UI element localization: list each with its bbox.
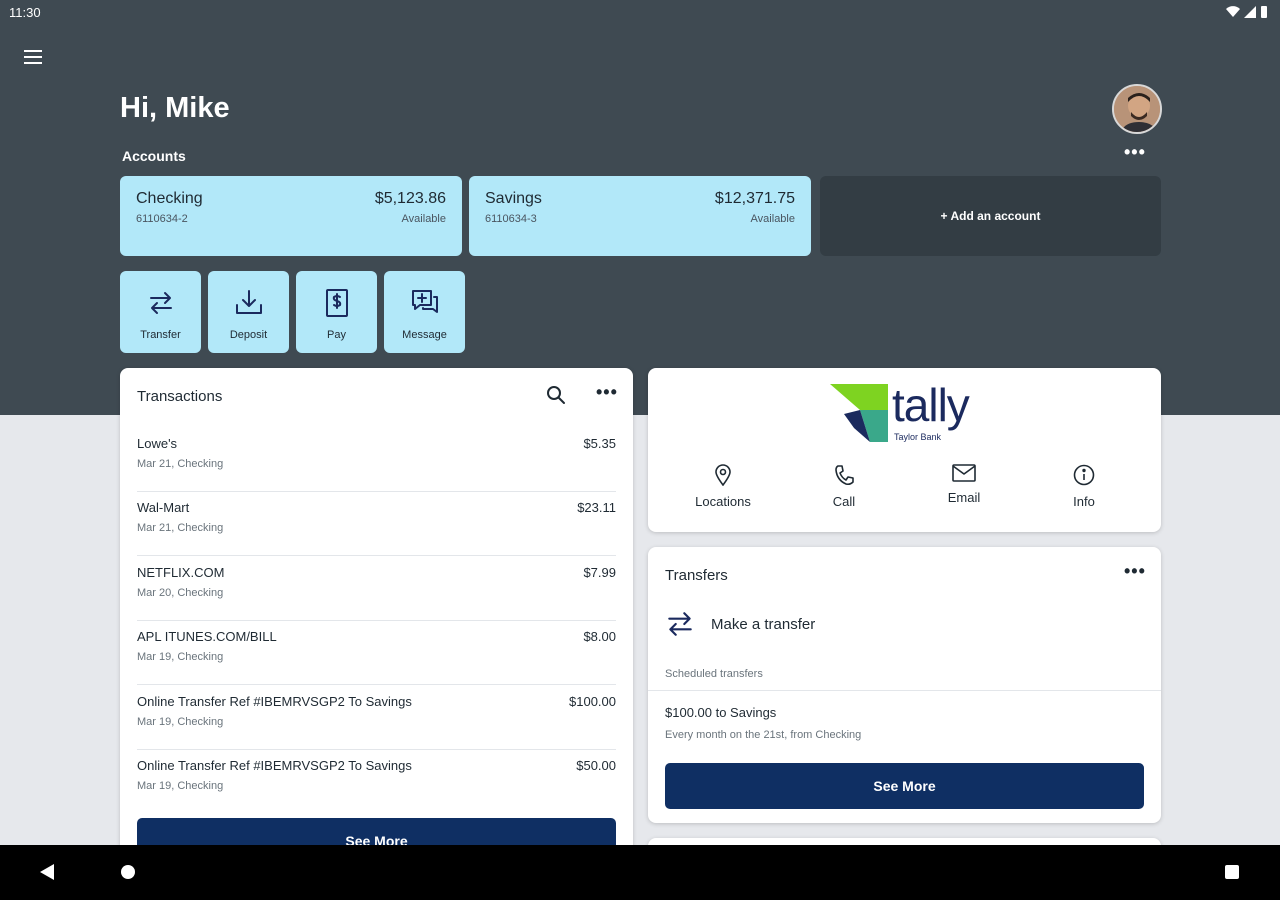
- deposit-button[interactable]: Deposit: [208, 271, 289, 353]
- transaction-row[interactable]: Lowe's $5.35 Mar 21, Checking: [137, 428, 616, 492]
- email-icon: [952, 464, 976, 482]
- transfers-title: Transfers: [665, 567, 728, 584]
- transaction-amount: $100.00: [569, 694, 616, 709]
- transaction-sub: Mar 19, Checking: [137, 651, 224, 663]
- accounts-more-icon[interactable]: •••: [1124, 142, 1146, 163]
- location-pin-icon: [715, 464, 731, 486]
- account-card-savings[interactable]: Savings $12,371.75 6110634-3 Available: [469, 176, 811, 256]
- account-number: 6110634-2: [136, 213, 188, 225]
- recents-icon[interactable]: [1225, 865, 1239, 879]
- call-link[interactable]: Call: [784, 464, 904, 509]
- phone-icon: [835, 465, 854, 486]
- status-bar: 11:30: [0, 0, 1280, 26]
- transaction-amount: $5.35: [583, 436, 616, 451]
- info-icon: [1073, 464, 1095, 486]
- transaction-sub: Mar 21, Checking: [137, 458, 224, 470]
- transfer-icon: [668, 612, 692, 636]
- transaction-amount: $50.00: [576, 758, 616, 773]
- email-link[interactable]: Email: [904, 464, 1024, 505]
- transactions-more-icon[interactable]: •••: [596, 382, 618, 403]
- transaction-name: Lowe's: [137, 436, 178, 451]
- transfers-see-more-button[interactable]: See More: [665, 763, 1144, 809]
- transaction-sub: Mar 21, Checking: [137, 522, 224, 534]
- add-account-button[interactable]: + Add an account: [820, 176, 1161, 256]
- transaction-row[interactable]: Online Transfer Ref #IBEMRVSGP2 To Savin…: [137, 750, 616, 814]
- transactions-card: Transactions ••• Lowe's $5.35 Mar 21, Ch…: [120, 368, 633, 868]
- transaction-amount: $7.99: [583, 565, 616, 580]
- battery-icon: [1261, 6, 1267, 18]
- transaction-name: Online Transfer Ref #IBEMRVSGP2 To Savin…: [137, 758, 412, 773]
- balance-label: Available: [401, 213, 446, 225]
- home-icon[interactable]: [121, 865, 135, 879]
- account-balance: $5,123.86: [374, 190, 446, 207]
- transfer-button[interactable]: Transfer: [120, 271, 201, 353]
- account-number: 6110634-3: [485, 213, 537, 225]
- message-icon: [411, 290, 438, 313]
- link-label: Call: [832, 494, 856, 509]
- wifi-icon: [1226, 5, 1240, 17]
- transactions-title: Transactions: [137, 388, 223, 405]
- tally-logo: tally Taylor Bank: [830, 379, 980, 446]
- scheduled-transfers-label: Scheduled transfers: [665, 668, 763, 680]
- pay-button[interactable]: Pay: [296, 271, 377, 353]
- status-time: 11:30: [9, 5, 41, 20]
- account-balance: $12,371.75: [714, 190, 795, 207]
- signal-icon: [1244, 5, 1256, 18]
- transaction-sub: Mar 19, Checking: [137, 780, 224, 792]
- divider: [648, 690, 1161, 691]
- deposit-icon: [235, 290, 262, 314]
- account-name: Checking: [136, 190, 203, 207]
- link-label: Locations: [695, 494, 751, 509]
- action-label: Deposit: [229, 329, 268, 341]
- pay-icon: [325, 289, 348, 317]
- accounts-label: Accounts: [122, 148, 186, 164]
- make-transfer-label: Make a transfer: [711, 615, 816, 633]
- balance-label: Available: [750, 213, 795, 225]
- locations-link[interactable]: Locations: [663, 464, 783, 509]
- logo-word: tally: [892, 379, 970, 431]
- transaction-sub: Mar 20, Checking: [137, 587, 224, 599]
- transaction-name: NETFLIX.COM: [137, 565, 225, 580]
- link-label: Info: [1073, 494, 1095, 509]
- account-card-checking[interactable]: Checking $5,123.86 6110634-2 Available: [120, 176, 462, 256]
- link-label: Email: [947, 490, 981, 505]
- transfers-more-icon[interactable]: •••: [1124, 561, 1146, 582]
- make-transfer-button[interactable]: Make a transfer: [665, 609, 815, 639]
- transfers-card: Transfers ••• Make a transfer Scheduled …: [648, 547, 1161, 823]
- scheduled-transfer-sub: Every month on the 21st, from Checking: [665, 729, 862, 741]
- back-icon[interactable]: [40, 864, 54, 880]
- transaction-row[interactable]: NETFLIX.COM $7.99 Mar 20, Checking: [137, 557, 616, 621]
- greeting: Hi, Mike: [120, 92, 230, 124]
- transaction-row[interactable]: Wal-Mart $23.11 Mar 21, Checking: [137, 492, 616, 556]
- account-name: Savings: [485, 190, 542, 207]
- info-link[interactable]: Info: [1024, 464, 1144, 509]
- logo-subtitle: Taylor Bank: [894, 432, 942, 442]
- transaction-amount: $8.00: [583, 629, 616, 644]
- action-label: Message: [402, 329, 447, 341]
- transaction-name: APL ITUNES.COM/BILL: [137, 629, 277, 644]
- transaction-name: Wal-Mart: [137, 500, 190, 515]
- transaction-row[interactable]: APL ITUNES.COM/BILL $8.00 Mar 19, Checki…: [137, 621, 616, 685]
- status-icons: [1226, 5, 1268, 18]
- bank-card: tally Taylor Bank Locations Call Email I…: [648, 368, 1161, 532]
- message-button[interactable]: Message: [384, 271, 465, 353]
- action-label: Pay: [327, 329, 346, 341]
- tally-logo-mark: [830, 384, 888, 442]
- action-label: Transfer: [140, 329, 181, 341]
- transaction-sub: Mar 19, Checking: [137, 716, 224, 728]
- transaction-row[interactable]: Online Transfer Ref #IBEMRVSGP2 To Savin…: [137, 686, 616, 750]
- avatar[interactable]: [1112, 84, 1162, 134]
- transaction-name: Online Transfer Ref #IBEMRVSGP2 To Savin…: [137, 694, 412, 709]
- menu-icon[interactable]: [24, 44, 50, 70]
- search-icon[interactable]: [546, 385, 566, 410]
- transaction-amount: $23.11: [577, 500, 616, 515]
- system-nav-bar: [0, 845, 1280, 900]
- transfer-icon: [149, 292, 172, 314]
- scheduled-transfer-item[interactable]: $100.00 to Savings: [665, 705, 776, 720]
